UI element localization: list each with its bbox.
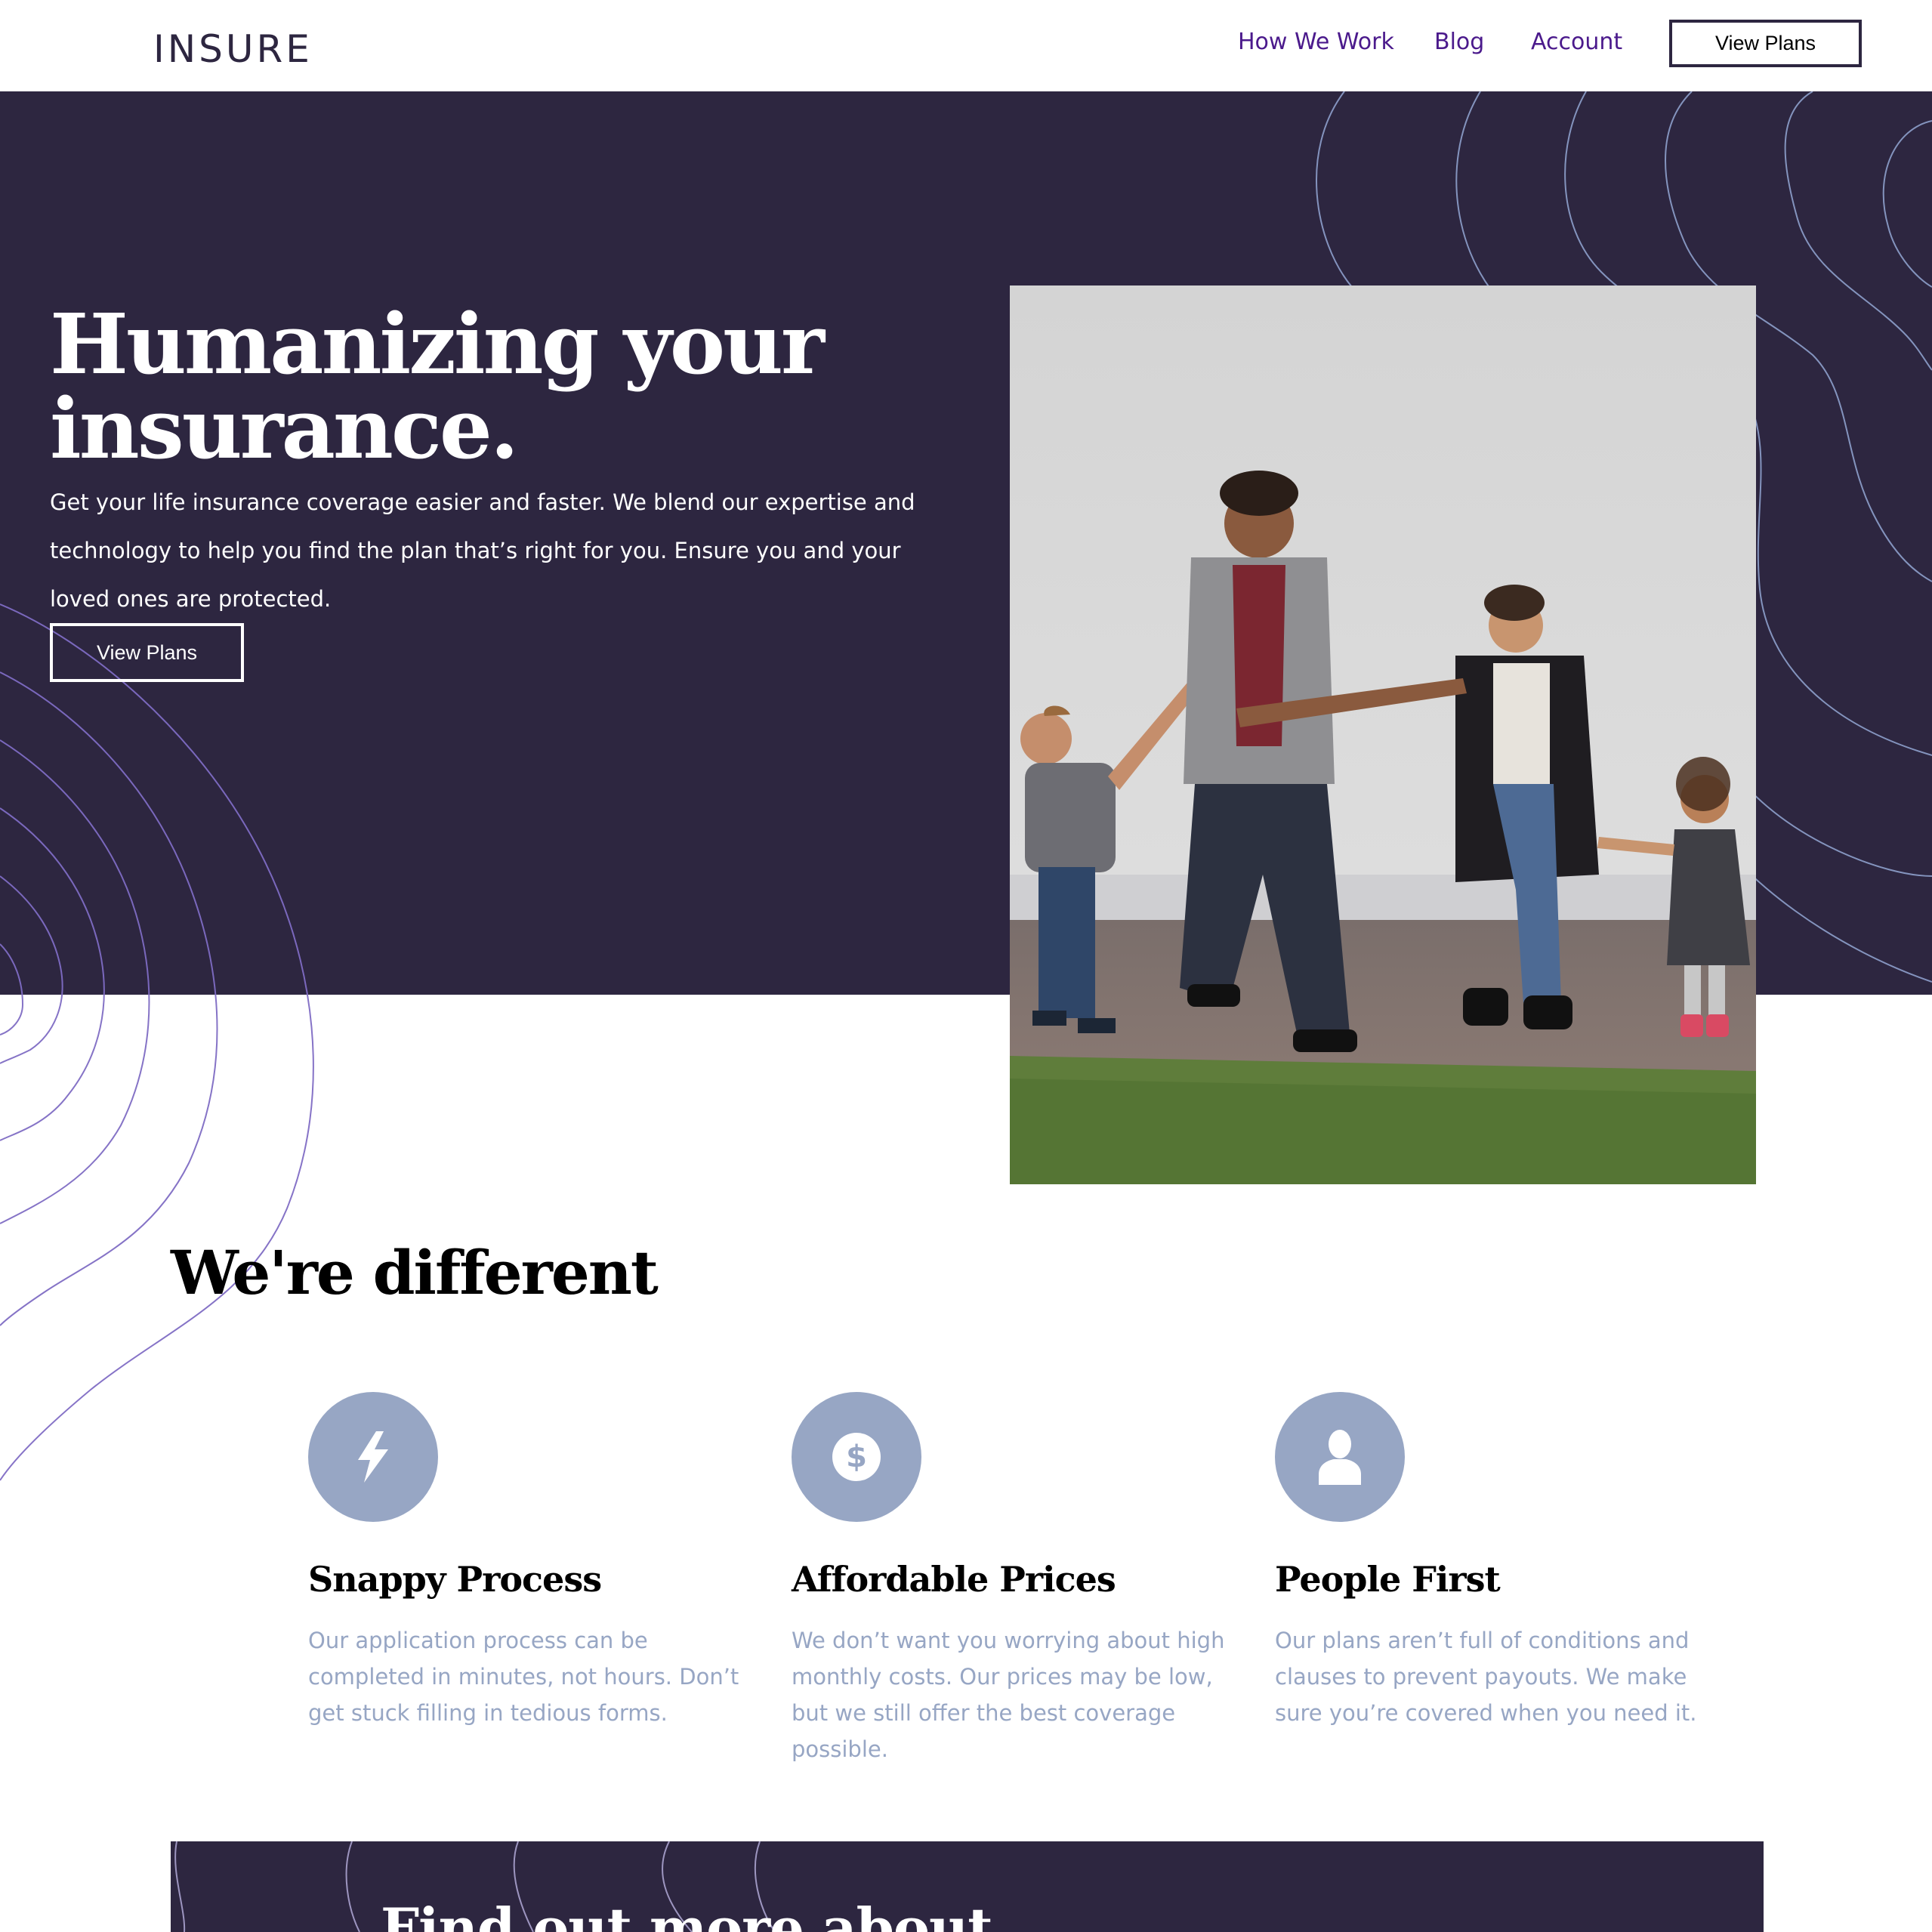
lightning-icon — [358, 1431, 388, 1483]
feature-text: We don’t want you worrying about high mo… — [792, 1628, 1225, 1762]
feature-text: Our application process can be completed… — [308, 1628, 739, 1726]
cta-section: Find out more about — [171, 1841, 1764, 1932]
feature-title: Snappy Process — [308, 1559, 602, 1600]
site-header: INSURE How We Work Blog Account View Pla… — [0, 0, 1932, 91]
hero-title: Humanizing your insurance. — [50, 295, 825, 477]
feature-card-affordable-prices: $ Affordable Prices We don’t want you wo… — [792, 1392, 1230, 1762]
nav-account[interactable]: Account — [1531, 27, 1622, 57]
hero-view-plans-button[interactable]: View Plans — [50, 623, 244, 682]
nav-how-we-work[interactable]: How We Work — [1238, 27, 1394, 57]
nav-blog[interactable]: Blog — [1434, 27, 1484, 57]
feature-title: People First — [1275, 1559, 1501, 1600]
dollar-icon: $ — [832, 1433, 881, 1481]
svg-text:$: $ — [846, 1440, 867, 1474]
cta-title: Find out more about — [381, 1896, 993, 1932]
hero-description: Get your life insurance coverage easier … — [50, 489, 915, 612]
feature-text: Our plans aren’t full of conditions and … — [1275, 1628, 1697, 1726]
family-photo — [1010, 285, 1756, 1184]
insure-logo[interactable]: INSURE — [153, 27, 313, 71]
person-icon — [1319, 1430, 1361, 1485]
header-view-plans-button[interactable]: View Plans — [1669, 20, 1862, 67]
feature-icon-circle: $ — [792, 1392, 921, 1522]
feature-title: Affordable Prices — [792, 1559, 1116, 1600]
section-title-different: We're different — [171, 1237, 659, 1308]
feature-card-snappy-process: Snappy Process Our application process c… — [308, 1392, 746, 1726]
feature-icon-circle — [1275, 1392, 1405, 1522]
family-walking-image — [1010, 285, 1756, 1184]
feature-card-people-first: People First Our plans aren’t full of co… — [1275, 1392, 1713, 1726]
feature-icon-circle — [308, 1392, 438, 1522]
